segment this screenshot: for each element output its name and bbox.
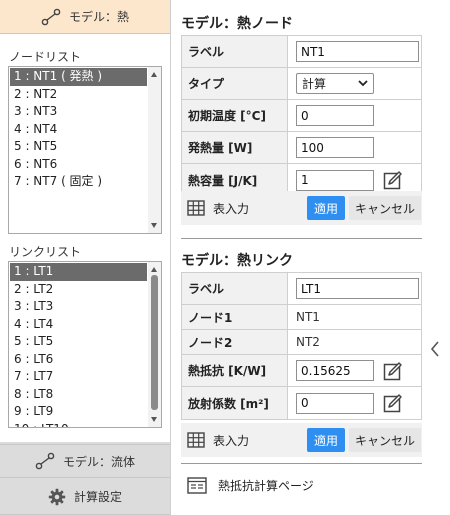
node-heat-cap-input[interactable]: [296, 169, 374, 191]
node-list-label: ノードリスト: [9, 50, 82, 64]
link-nodes-icon: [41, 8, 61, 25]
link-node2-row: ノード2 NT2: [182, 330, 421, 355]
link-list-label: リンクリスト: [9, 245, 82, 259]
link-label-input[interactable]: [296, 278, 419, 299]
link-list[interactable]: 1 : LT1 2 : LT2 3 : LT3 4 : LT4 5 : LT5 6 : L…: [8, 261, 162, 428]
scrollbar-thumb[interactable]: [151, 275, 158, 410]
node-label-input[interactable]: [296, 41, 419, 62]
pencil-edit-icon[interactable]: [383, 170, 403, 190]
node-type-row: タイプ 計算: [182, 68, 421, 100]
list-item[interactable]: 6 : NT6: [10, 156, 147, 174]
scroll-up-icon[interactable]: [151, 267, 157, 272]
list-item[interactable]: 4 : LT4: [10, 316, 147, 334]
link-label-row: ラベル: [182, 273, 421, 305]
pencil-edit-icon[interactable]: [383, 361, 403, 381]
scroll-up-icon[interactable]: [151, 72, 157, 77]
link-node1-row: ノード1 NT1: [182, 305, 421, 330]
node-apply-button[interactable]: 適用: [306, 196, 345, 220]
mode-fluid-label: モデル：流体: [62, 454, 135, 469]
link-emissivity-input[interactable]: [296, 392, 374, 414]
list-item[interactable]: 7 : NT7 ( 固定 ): [10, 173, 147, 191]
link-list-scrollbar[interactable]: [148, 262, 161, 427]
resistance-calc-page-link[interactable]: 熱抵抗計算ページ: [187, 477, 314, 494]
mode-thermal-button[interactable]: モデル：熱: [0, 0, 170, 34]
link-node1-label: ノード1: [182, 305, 288, 329]
list-item[interactable]: 1 : NT1 ( 発熱 ): [10, 68, 147, 86]
scroll-down-icon[interactable]: [151, 417, 157, 422]
link-emissivity-row: 放射係数 [m²]: [182, 387, 421, 419]
node-table-input-button[interactable]: 表入力: [187, 200, 249, 217]
link-table-input-button[interactable]: 表入力: [187, 432, 249, 449]
mode-fluid-button[interactable]: モデル：流体: [0, 444, 170, 478]
link-apply-button[interactable]: 適用: [306, 428, 345, 452]
calc-settings-button[interactable]: 計算設定: [0, 479, 170, 515]
link-cancel-button[interactable]: キャンセル: [348, 428, 421, 452]
table-grid-icon: [187, 200, 205, 216]
section-divider: [181, 463, 422, 464]
list-item[interactable]: 9 : LT9: [10, 403, 147, 421]
node-form: ラベル タイプ 計算 初期温度 [°C] 発熱量 [W] 熱容量 [J/K]: [181, 35, 422, 197]
right-panel: モデル：熱ノード ラベル タイプ 計算 初期温度 [°C] 発熱量 [W] 熱容…: [170, 0, 450, 515]
link-emissivity-label: 放射係数 [m²]: [182, 387, 288, 419]
list-item[interactable]: 10 : LT10: [10, 421, 147, 428]
link-node1-value: NT1: [296, 310, 320, 324]
link-resistance-label: 熱抵抗 [K/W]: [182, 355, 288, 386]
node-heat-gen-label: 発熱量 [W]: [182, 132, 288, 163]
node-initial-temp-input[interactable]: [296, 105, 374, 126]
link-resistance-input[interactable]: [296, 360, 374, 381]
list-item[interactable]: 6 : LT6: [10, 351, 147, 369]
node-type-value: 計算: [302, 77, 327, 91]
node-section-title: モデル：熱ノード: [181, 16, 293, 32]
list-item[interactable]: 1 : LT1: [10, 263, 147, 281]
list-item[interactable]: 5 : NT5: [10, 138, 147, 156]
list-item[interactable]: 3 : LT3: [10, 298, 147, 316]
list-item[interactable]: 7 : LT7: [10, 368, 147, 386]
scroll-down-icon[interactable]: [151, 223, 157, 228]
node-list[interactable]: 1 : NT1 ( 発熱 ) 2 : NT2 3 : NT3 4 : NT4 5 : N…: [8, 66, 162, 234]
list-item[interactable]: 2 : LT2: [10, 281, 147, 299]
chevron-left-icon[interactable]: [429, 340, 441, 358]
link-nodes-icon: [35, 452, 55, 470]
node-initial-temp-label: 初期温度 [°C]: [182, 100, 288, 131]
node-cancel-button[interactable]: キャンセル: [348, 196, 421, 220]
chevron-down-icon: [358, 80, 368, 87]
link-resistance-row: 熱抵抗 [K/W]: [182, 355, 421, 387]
node-list-scrollbar[interactable]: [148, 67, 161, 233]
list-item[interactable]: 4 : NT4: [10, 121, 147, 139]
link-label-label: ラベル: [182, 273, 288, 304]
node-action-bar: 表入力 適用 キャンセル: [181, 191, 422, 225]
node-type-select[interactable]: 計算: [296, 73, 374, 94]
mode-thermal-label: モデル：熱: [68, 10, 129, 24]
list-item[interactable]: 5 : LT5: [10, 333, 147, 351]
link-action-bar: 表入力 適用 キャンセル: [181, 423, 422, 457]
section-divider: [181, 238, 422, 239]
pencil-edit-icon[interactable]: [383, 393, 403, 413]
link-section-title: モデル：熱リンク: [181, 253, 293, 269]
node-heat-gen-input[interactable]: [296, 137, 374, 158]
calc-settings-label: 計算設定: [73, 490, 122, 504]
resistance-calc-page-label: 熱抵抗計算ページ: [218, 479, 314, 493]
link-node2-label: ノード2: [182, 330, 288, 354]
link-form: ラベル ノード1 NT1 ノード2 NT2 熱抵抗 [K/W] 放射係数 [m²…: [181, 272, 422, 420]
node-type-label: タイプ: [182, 68, 288, 99]
node-heat-gen-row: 発熱量 [W]: [182, 132, 421, 164]
list-item[interactable]: 8 : LT8: [10, 386, 147, 404]
gear-icon: [48, 488, 66, 505]
node-label-label: ラベル: [182, 36, 288, 67]
list-item[interactable]: 3 : NT3: [10, 103, 147, 121]
list-item[interactable]: 2 : NT2: [10, 86, 147, 104]
left-panel: モデル：熱 ノードリスト 1 : NT1 ( 発熱 ) 2 : NT2 3 : NT…: [0, 0, 170, 515]
node-label-row: ラベル: [182, 36, 421, 68]
node-initial-temp-row: 初期温度 [°C]: [182, 100, 421, 132]
link-table-input-label: 表入力: [213, 433, 250, 448]
table-grid-icon: [187, 432, 205, 448]
link-node2-value: NT2: [296, 335, 320, 349]
document-page-icon: [187, 477, 207, 494]
node-table-input-label: 表入力: [213, 201, 250, 216]
